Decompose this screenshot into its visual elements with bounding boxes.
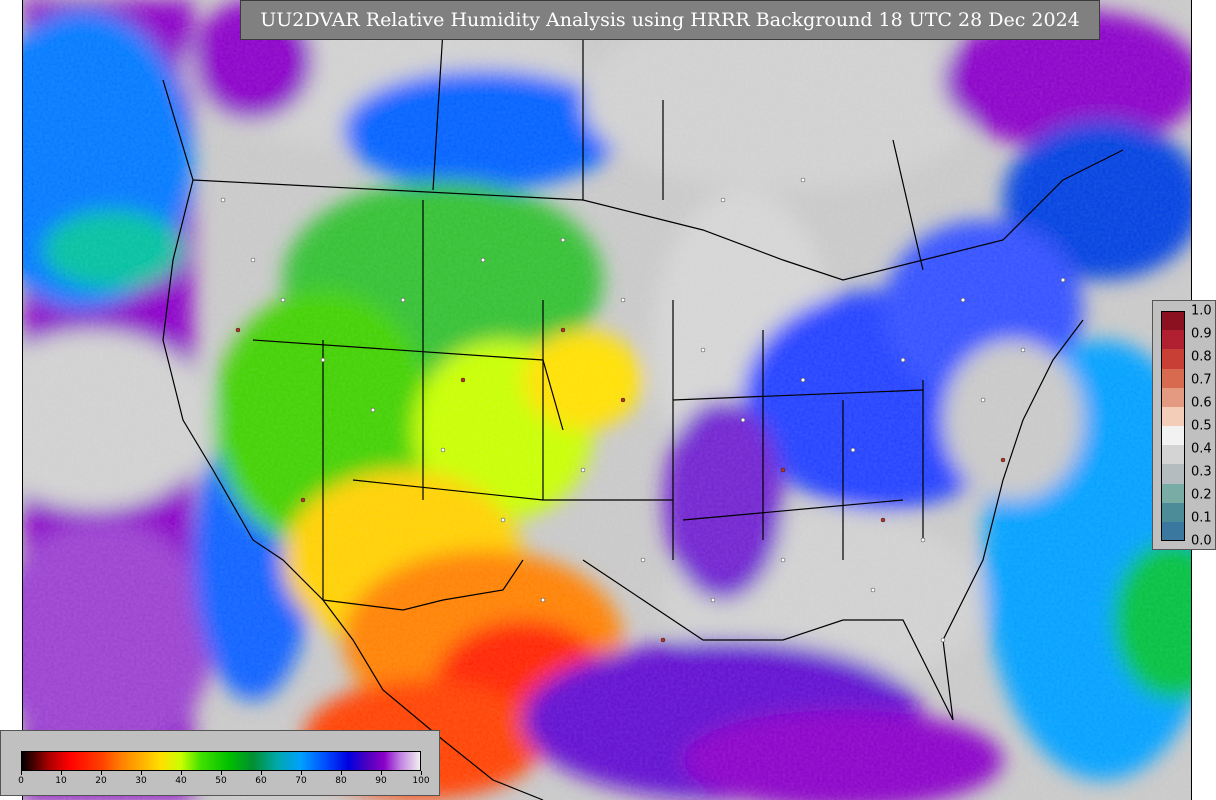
vertical-colorbar-label: 0.6 — [1191, 395, 1212, 411]
colorbar-tick — [421, 771, 422, 775]
vertical-colorbar-label: 0.8 — [1191, 349, 1212, 365]
colorbar-tick — [261, 771, 262, 775]
colorbar-tick — [61, 771, 62, 775]
vertical-colorbar-label: 0.3 — [1191, 464, 1212, 480]
colorbar-tick-label: 40 — [175, 776, 187, 786]
vertical-colorbar-label: 0.9 — [1191, 326, 1212, 342]
colorbar-tick-label: 60 — [255, 776, 267, 786]
colorbar-tick-label: 30 — [135, 776, 147, 786]
colorbar-tick — [101, 771, 102, 775]
page-title: UU2DVAR Relative Humidity Analysis using… — [240, 0, 1100, 40]
humidity-map — [22, 0, 1192, 800]
colorbar-tick-label: 0 — [18, 776, 24, 786]
vertical-colorbar-label: 0.1 — [1191, 510, 1212, 526]
colorbar-tick — [301, 771, 302, 775]
colorbar-tick-label: 50 — [215, 776, 227, 786]
colorbar-tick — [141, 771, 142, 775]
horizontal-colorbar: 0 10 20 30 40 50 60 70 80 90 100 — [0, 730, 440, 796]
colorbar-tick — [181, 771, 182, 775]
vertical-colorbar-label: 1.0 — [1191, 303, 1212, 319]
colorbar-tick-label: 20 — [95, 776, 107, 786]
colorbar-tick-label: 80 — [335, 776, 347, 786]
vertical-colorbar-label: 0.2 — [1191, 487, 1212, 503]
colorbar-ramp — [21, 751, 421, 771]
colorbar-tick — [221, 771, 222, 775]
vertical-colorbar-outline — [1161, 311, 1185, 541]
colorbar-tick — [341, 771, 342, 775]
humidity-field — [23, 0, 1191, 800]
vertical-colorbar: 1.0 0.9 0.8 0.7 0.6 0.5 0.4 0.3 0.2 0.1 0.0 — [1152, 300, 1216, 550]
colorbar-tick-label: 100 — [412, 776, 430, 786]
colorbar-tick-label: 10 — [55, 776, 67, 786]
vertical-colorbar-label: 0.5 — [1191, 418, 1212, 434]
vertical-colorbar-label: 0.7 — [1191, 372, 1212, 388]
colorbar-tick-label: 90 — [375, 776, 387, 786]
vertical-colorbar-label: 0.4 — [1191, 441, 1212, 457]
colorbar-tick — [21, 771, 22, 775]
map-figure: UU2DVAR Relative Humidity Analysis using… — [0, 0, 1216, 800]
colorbar-tick-label: 70 — [295, 776, 307, 786]
colorbar-tick — [381, 771, 382, 775]
vertical-colorbar-label: 0.0 — [1191, 533, 1212, 549]
